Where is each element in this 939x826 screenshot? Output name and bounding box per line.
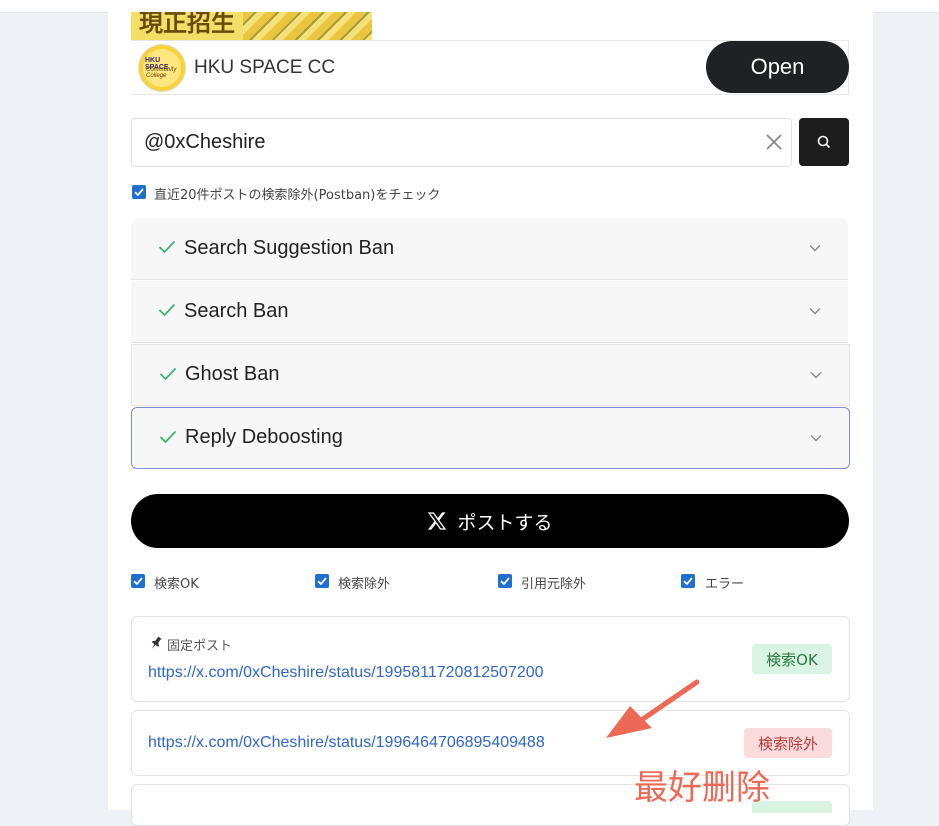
arrow-annotation-icon	[606, 679, 700, 738]
chevron-down-icon	[810, 372, 822, 379]
accordion-label: Reply Deboosting	[185, 426, 343, 448]
post-link[interactable]: https://x.com/0xCheshire/status/19964647…	[148, 734, 545, 752]
ad-banner-text: 現正招生	[139, 12, 235, 37]
search-button[interactable]	[799, 118, 849, 166]
ad-logo[interactable]: HKU SPACE Community College	[138, 44, 186, 92]
accordion-search-ban[interactable]: Search Ban	[131, 281, 848, 343]
search-icon	[817, 135, 831, 149]
accordion-search-suggestion-ban[interactable]: Search Suggestion Ban	[131, 218, 848, 280]
check-icon	[159, 430, 177, 444]
ad-logo-subtitle: Community College	[146, 67, 177, 79]
chevron-down-icon	[810, 435, 822, 442]
pin-icon	[148, 635, 164, 656]
filter-error-checkbox[interactable]	[681, 574, 695, 588]
accordion-ghost-ban[interactable]: Ghost Ban	[131, 344, 850, 406]
ad-banner-graphic	[243, 12, 372, 40]
postban-label: 直近20件ポストの検索除外(Postban)をチェック	[154, 188, 441, 203]
accordion-label: Ghost Ban	[185, 363, 280, 385]
ad-advertiser-name: HKU SPACE CC	[194, 57, 336, 78]
post-button-label: ポストする	[457, 511, 553, 534]
status-badge: 検索OK	[752, 644, 832, 674]
filter-quote-excluded-checkbox[interactable]	[498, 574, 512, 588]
chevron-down-icon	[809, 245, 821, 252]
check-icon	[158, 303, 176, 317]
search-box[interactable]	[131, 118, 792, 167]
filter-label: エラー	[705, 577, 745, 592]
ad-banner-image[interactable]: 現正招生	[131, 12, 372, 40]
annotation-text: 最好删除	[634, 768, 770, 808]
pinned-post-label: 固定ポスト	[167, 639, 233, 654]
filter-label: 引用元除外	[521, 577, 587, 592]
status-badge: 検索除外	[744, 728, 832, 758]
filter-label: 検索除外	[338, 577, 391, 592]
post-button[interactable]: ポストする	[131, 494, 849, 548]
check-icon	[159, 367, 177, 381]
close-icon[interactable]	[763, 131, 785, 153]
post-link[interactable]: https://x.com/0xCheshire/status/19958117…	[148, 664, 544, 682]
search-input[interactable]	[144, 129, 744, 155]
chevron-down-icon	[809, 308, 821, 315]
accordion-label: Search Suggestion Ban	[184, 237, 395, 259]
filter-ok-checkbox[interactable]	[131, 574, 145, 588]
x-logo-icon	[428, 512, 447, 530]
accordion-reply-deboosting[interactable]: Reply Deboosting	[131, 407, 850, 469]
filter-excluded-checkbox[interactable]	[315, 574, 329, 588]
post-card	[131, 616, 850, 702]
postban-checkbox[interactable]	[132, 185, 146, 199]
filter-label: 検索OK	[154, 577, 199, 592]
accordion-label: Search Ban	[184, 300, 289, 322]
ad-open-button[interactable]: Open	[706, 41, 849, 93]
check-icon	[158, 240, 176, 254]
